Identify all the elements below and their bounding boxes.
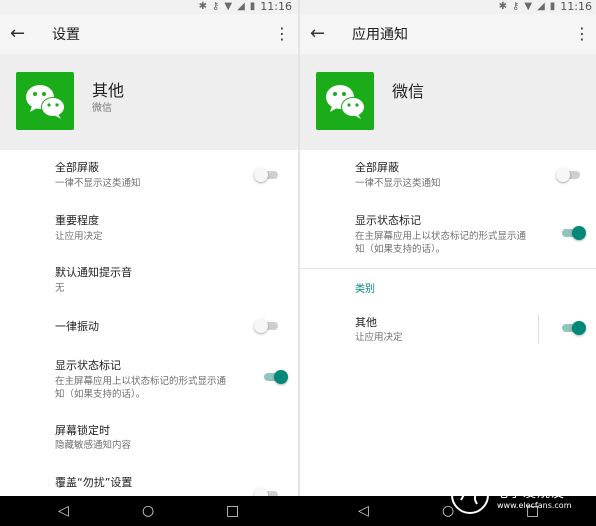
app-header: 其他 微信 bbox=[0, 54, 298, 150]
back-arrow-icon[interactable]: ← bbox=[10, 22, 25, 46]
key-icon: ⚷ bbox=[212, 1, 220, 12]
setting-subtitle: 一律不显示这类通知 bbox=[355, 178, 441, 189]
setting-subtitle: 隐藏敏感通知内容 bbox=[55, 440, 132, 451]
setting-subtitle: 在主屏幕应用上以状态标记的形式显示通 bbox=[55, 376, 227, 387]
signal-icon: ◢ bbox=[237, 1, 245, 12]
watermark-text: 电子发烧友 bbox=[495, 486, 566, 501]
battery-icon: ▮ bbox=[249, 1, 256, 12]
setting-title: 覆盖“勿扰”设置 bbox=[55, 476, 133, 489]
setting-subtitle: 无 bbox=[55, 283, 65, 294]
badge-toggle[interactable] bbox=[262, 370, 288, 384]
block-all-toggle[interactable] bbox=[254, 168, 280, 182]
page-title: 设置 bbox=[52, 27, 80, 43]
back-nav-icon[interactable]: ◁ bbox=[58, 496, 69, 526]
home-nav-icon[interactable]: ○ bbox=[142, 496, 154, 526]
setting-title: 默认通知提示音 bbox=[55, 266, 132, 279]
app-name: 微信 bbox=[392, 82, 425, 101]
setting-subtitle: 在主屏幕应用上以状态标记的形式显示通 bbox=[355, 231, 527, 242]
more-options-icon[interactable]: ⋮ bbox=[574, 23, 590, 45]
setting-title: 重要程度 bbox=[55, 214, 99, 227]
setting-title: 显示状态标记 bbox=[355, 214, 421, 227]
setting-subtitle-line2: 知（如果支持的话）。 bbox=[355, 244, 446, 255]
watermark-logo-icon bbox=[451, 476, 489, 514]
status-time: 11:16 bbox=[560, 0, 592, 13]
setting-subtitle: 一律不显示这类通知 bbox=[55, 178, 141, 189]
setting-subtitle: 让应用决定 bbox=[55, 231, 103, 242]
app-subtitle: 微信 bbox=[92, 103, 112, 114]
app-header: 微信 bbox=[300, 54, 596, 150]
bluetooth-icon: ✱ bbox=[498, 1, 508, 12]
settings-panel: ✱ ⚷ ▼ ◢ ▮ 11:16 ← 设置 ⋮ 其他 微信 全部屏蔽 一律不显示这… bbox=[0, 0, 298, 526]
toolbar: ← 应用通知 ⋮ bbox=[300, 14, 596, 54]
section-divider bbox=[300, 268, 596, 269]
status-bar: ✱ ⚷ ▼ ◢ ▮ 11:16 bbox=[0, 0, 298, 14]
recents-nav-icon[interactable]: □ bbox=[226, 496, 239, 526]
app-name: 其他 bbox=[92, 81, 125, 100]
status-bar: ✱ ⚷ ▼ ◢ ▮ 11:16 bbox=[300, 0, 596, 14]
badge-toggle[interactable] bbox=[560, 226, 586, 240]
category-divider bbox=[538, 314, 539, 344]
block-all-toggle[interactable] bbox=[556, 168, 582, 182]
setting-title: 全部屏蔽 bbox=[55, 161, 99, 174]
more-options-icon[interactable]: ⋮ bbox=[274, 23, 290, 45]
wifi-icon: ▼ bbox=[224, 1, 233, 12]
watermark: 电子发烧友 www.elecfans.com bbox=[445, 470, 595, 520]
bluetooth-icon: ✱ bbox=[198, 1, 208, 12]
back-arrow-icon[interactable]: ← bbox=[310, 22, 325, 46]
app-notifications-panel: ✱ ⚷ ▼ ◢ ▮ 11:16 ← 应用通知 ⋮ 微信 全部屏蔽 一律不显示这类… bbox=[300, 0, 596, 526]
setting-title: 全部屏蔽 bbox=[355, 161, 399, 174]
toolbar: ← 设置 ⋮ bbox=[0, 14, 298, 54]
page-title: 应用通知 bbox=[352, 27, 408, 43]
category-toggle[interactable] bbox=[560, 321, 586, 335]
signal-icon: ◢ bbox=[537, 1, 545, 12]
category-subtitle: 让应用决定 bbox=[355, 332, 403, 343]
back-nav-icon[interactable]: ◁ bbox=[358, 496, 369, 526]
watermark-url: www.elecfans.com bbox=[497, 501, 572, 510]
wifi-icon: ▼ bbox=[524, 1, 533, 12]
setting-subtitle-line2: 知（如果支持的话）。 bbox=[55, 389, 146, 400]
status-time: 11:16 bbox=[260, 0, 292, 13]
wechat-logo-icon bbox=[16, 72, 74, 130]
wechat-logo-icon bbox=[316, 72, 374, 130]
setting-title: 显示状态标记 bbox=[55, 359, 121, 372]
vibrate-toggle[interactable] bbox=[254, 319, 280, 333]
category-title: 其他 bbox=[355, 316, 377, 329]
battery-icon: ▮ bbox=[549, 1, 556, 12]
key-icon: ⚷ bbox=[512, 1, 520, 12]
setting-title: 一律振动 bbox=[55, 320, 99, 333]
section-header-category: 类别 bbox=[355, 284, 375, 295]
setting-title: 屏幕锁定时 bbox=[55, 424, 110, 437]
